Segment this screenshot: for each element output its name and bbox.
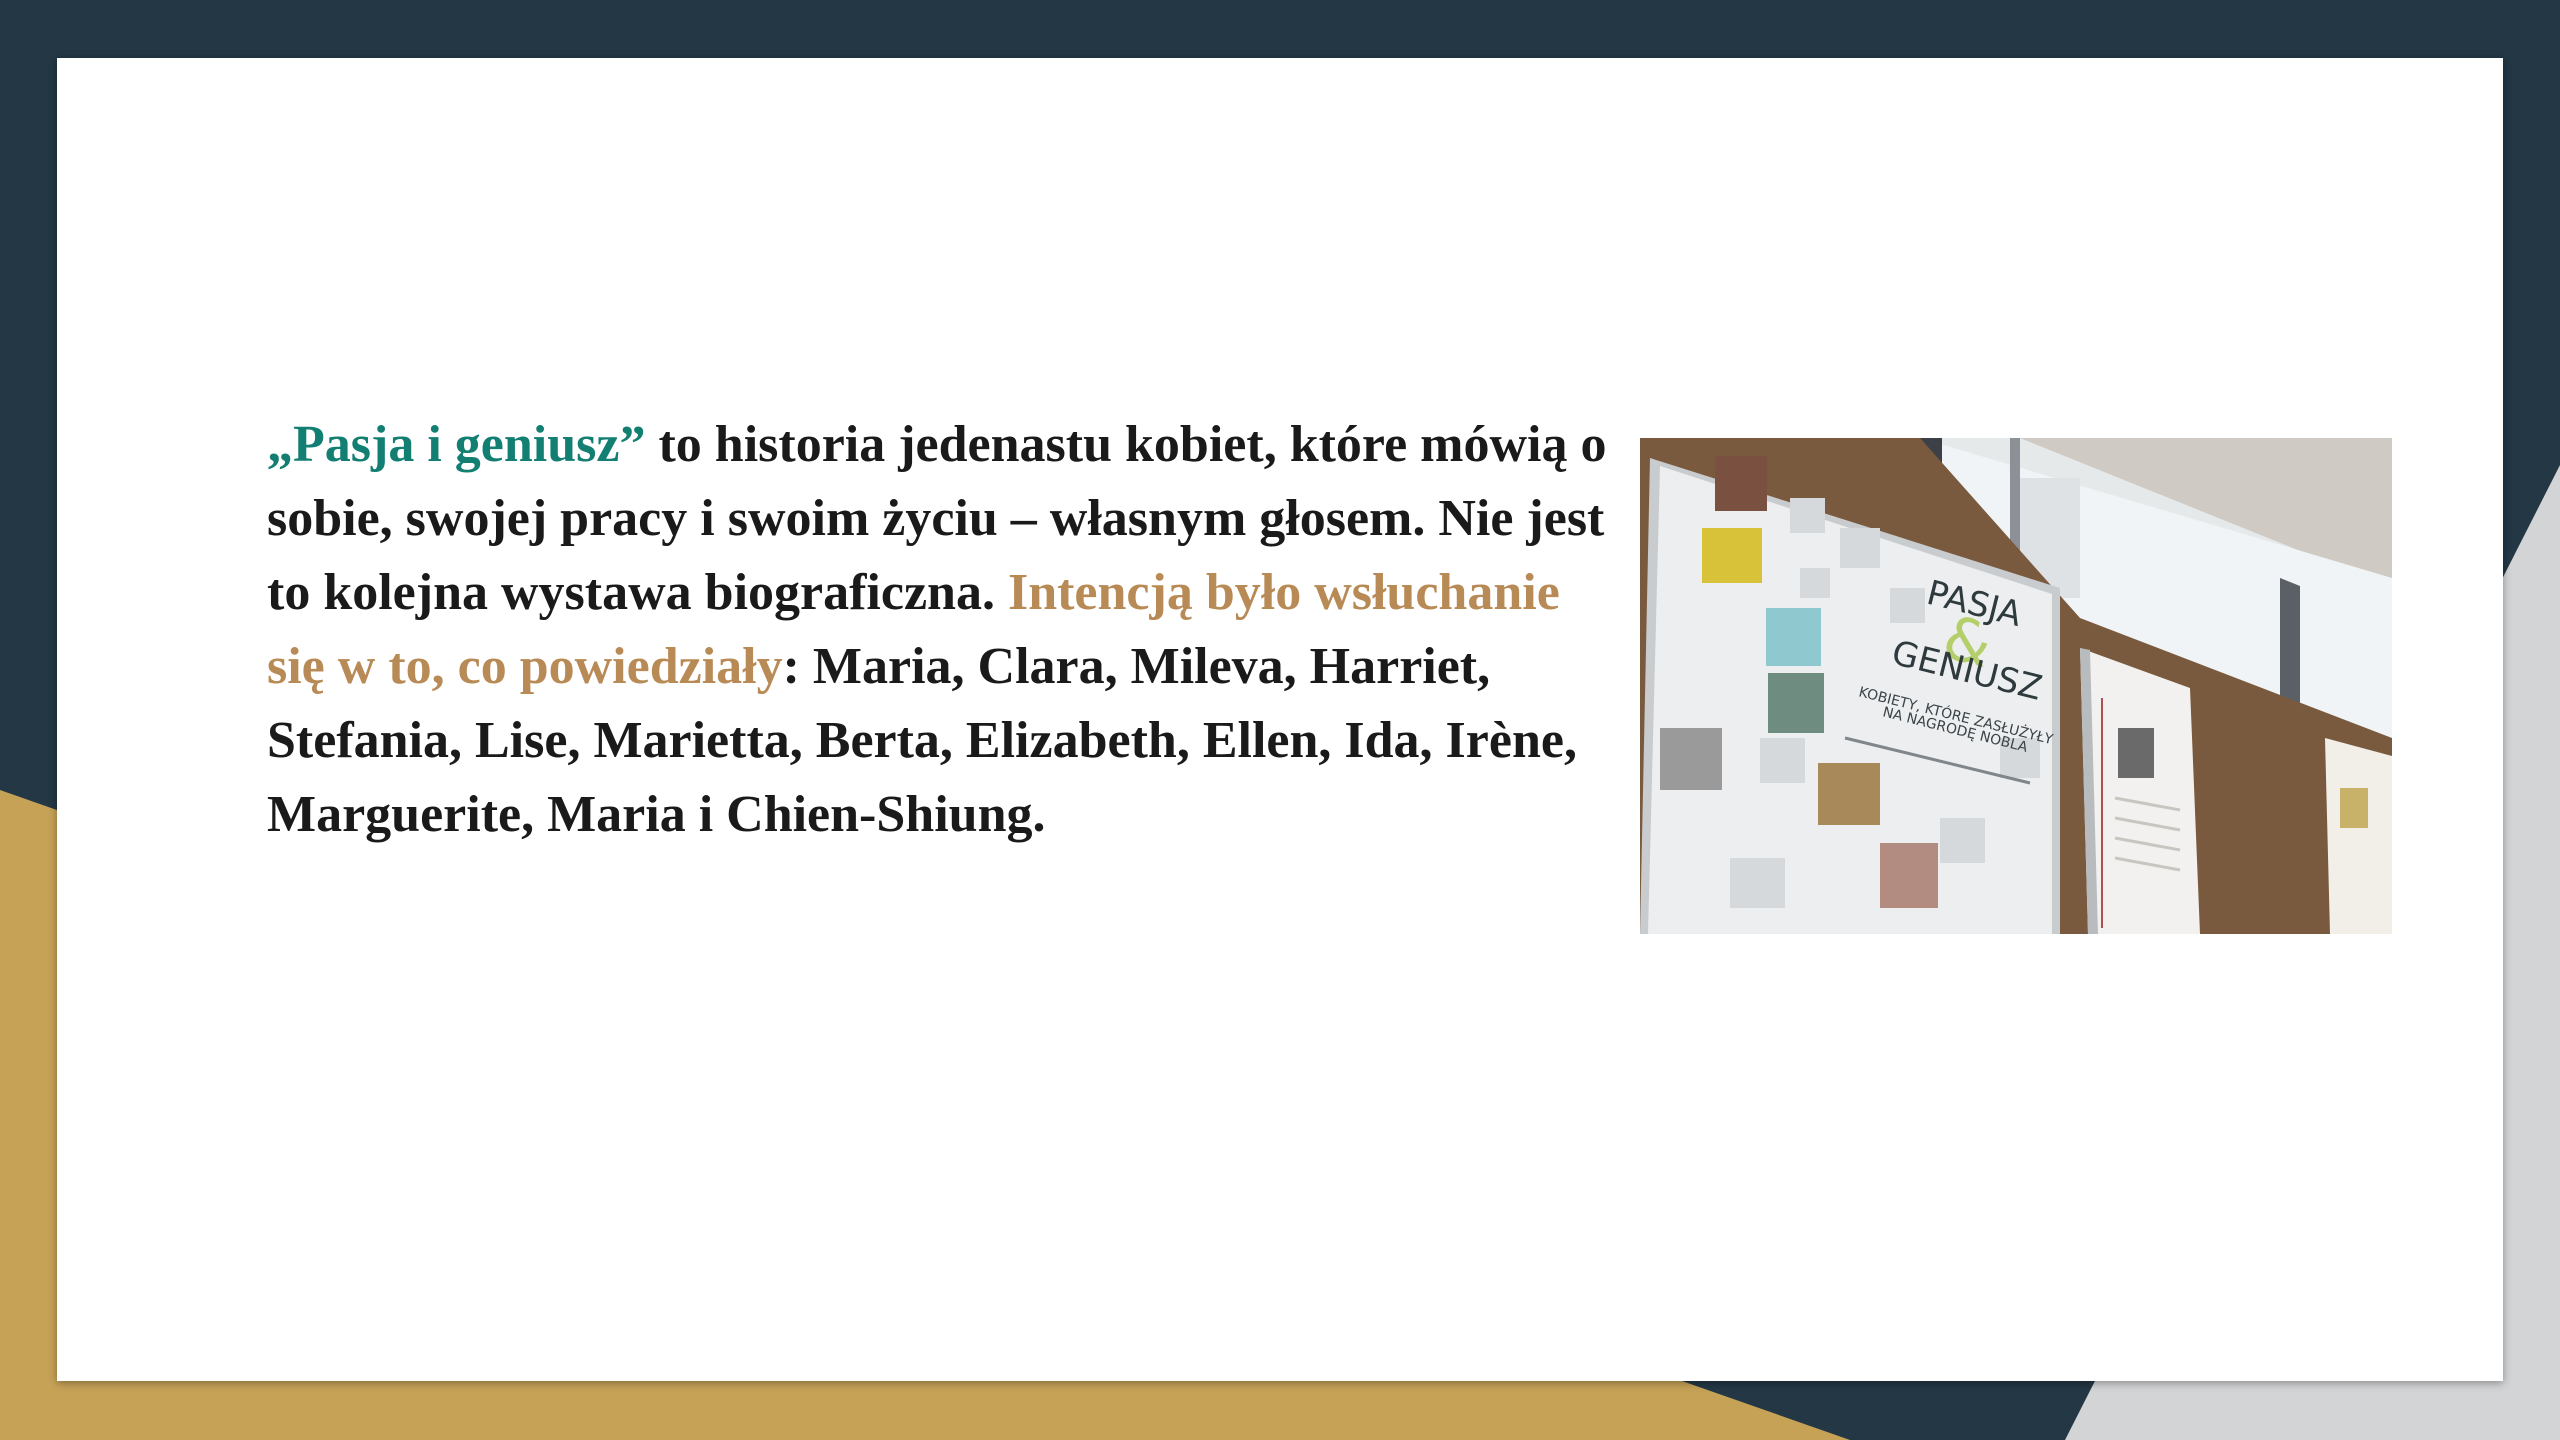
body-paragraph: „Pasja i geniusz” to historia jedenastu …	[267, 408, 1607, 852]
exhibition-photo: PASJA & GENIUSZ KOBIETY, KTÓRE ZASŁUŻYŁY…	[1640, 438, 2392, 934]
exhibition-title-highlight: „Pasja i geniusz”	[267, 416, 646, 473]
exhibition-photo-drawing: PASJA & GENIUSZ KOBIETY, KTÓRE ZASŁUŻYŁY…	[1640, 438, 2392, 934]
slide-card: „Pasja i geniusz” to historia jedenastu …	[57, 58, 2503, 1381]
